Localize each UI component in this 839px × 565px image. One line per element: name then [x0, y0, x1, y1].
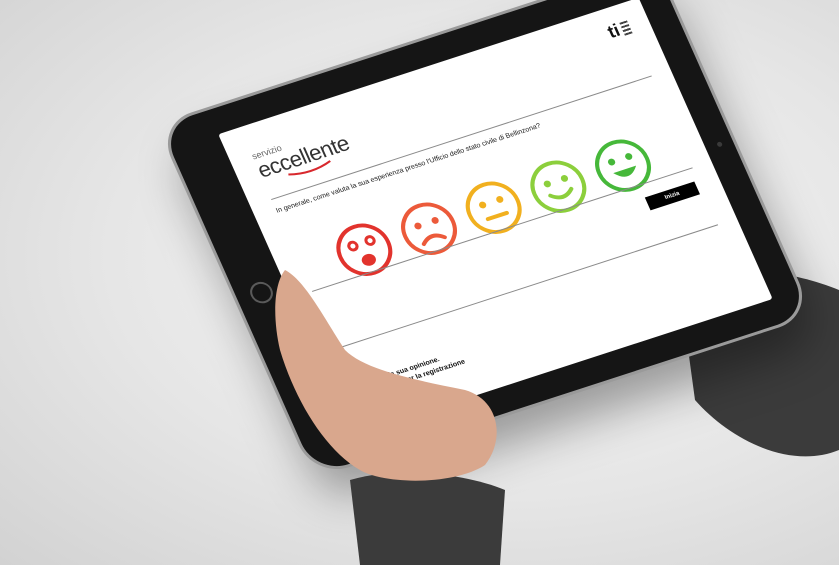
left-hand — [275, 270, 497, 481]
ti-logo-mark — [619, 19, 633, 36]
photo-scene: servizio eccellente ti In generale, come… — [0, 0, 839, 565]
ticino-logo: ti — [604, 17, 634, 43]
